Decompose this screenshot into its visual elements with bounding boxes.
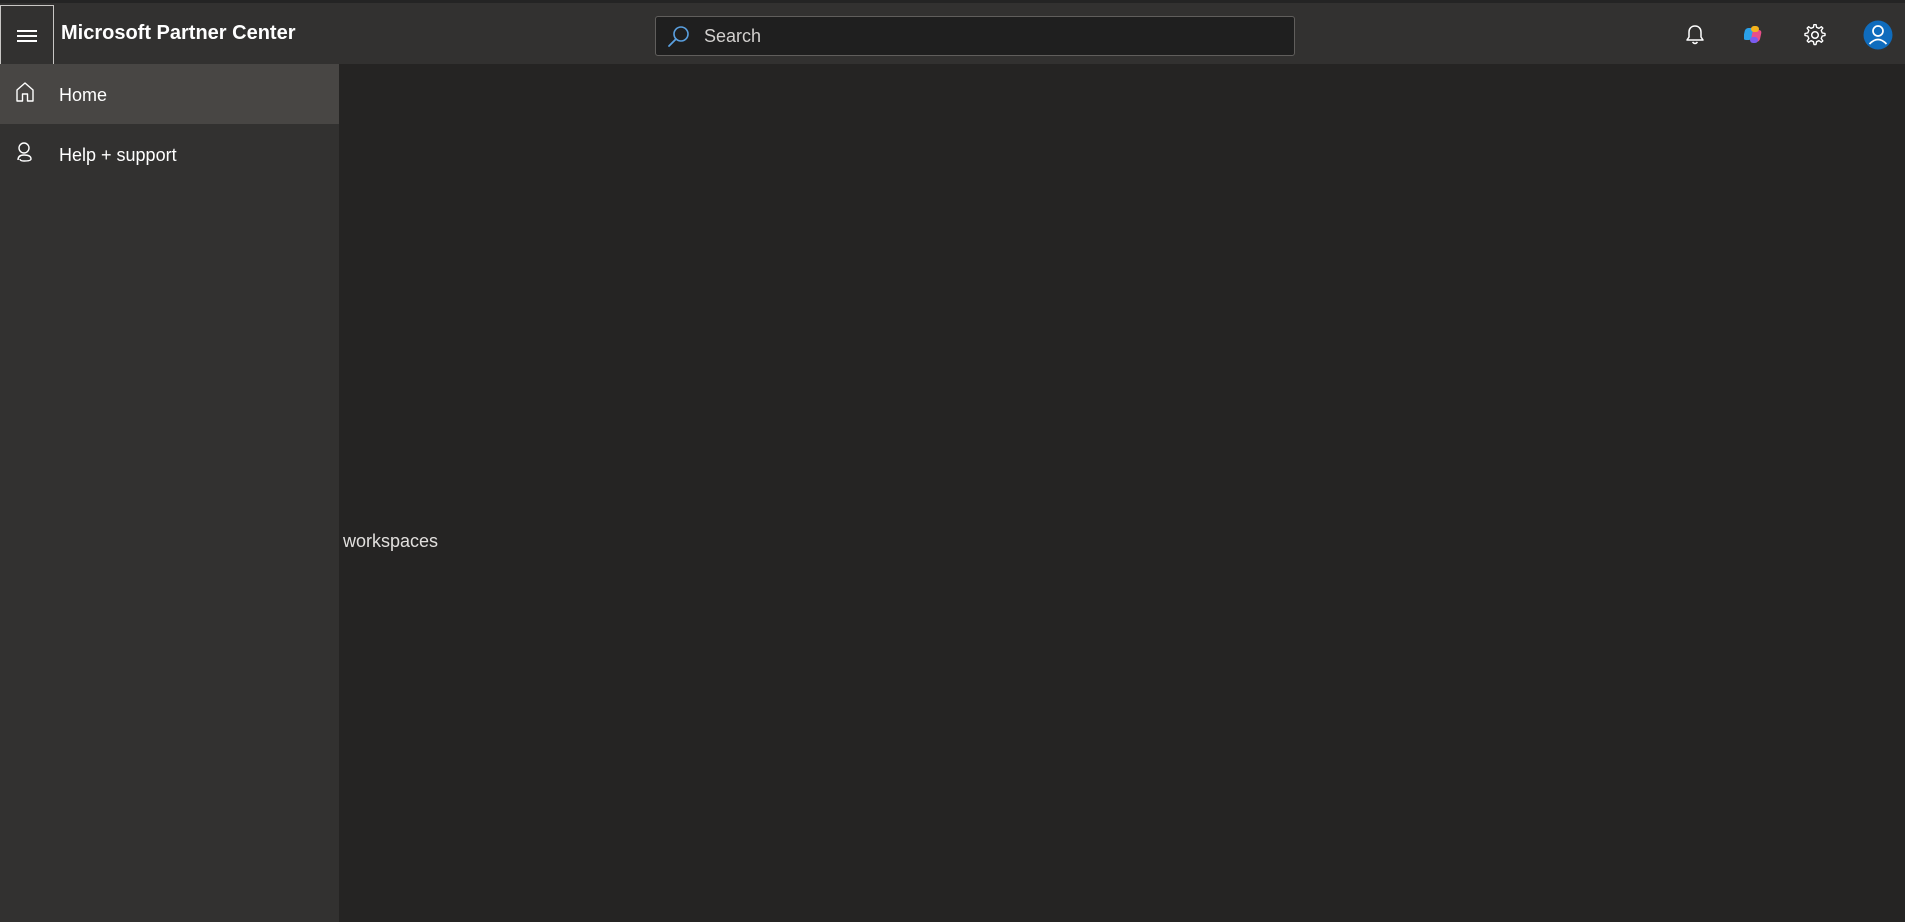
bell-icon — [1686, 25, 1704, 45]
main-content: workspaces — [339, 64, 1905, 922]
workspaces-placeholder-text: workspaces — [343, 531, 439, 551]
sidebar-nav: Home Help + support — [0, 64, 339, 922]
search-placeholder: Search — [704, 25, 762, 46]
notifications-button[interactable] — [1679, 19, 1711, 51]
sidebar-item-help-support[interactable]: Help + support — [0, 124, 339, 184]
sidebar-item-label: Home — [59, 85, 108, 105]
search-box[interactable]: Search — [655, 16, 1295, 56]
copilot-button[interactable] — [1739, 19, 1771, 51]
app-title[interactable]: Microsoft Partner Center — [61, 22, 296, 45]
search-icon — [668, 26, 689, 47]
sidebar-item-label: Help + support — [59, 145, 177, 165]
account-button[interactable] — [1862, 19, 1894, 51]
top-bar: Microsoft Partner Center Search — [0, 0, 1905, 66]
home-icon — [16, 82, 34, 102]
hamburger-icon — [17, 29, 37, 42]
help-support-icon — [17, 142, 32, 162]
copilot-icon — [1744, 26, 1762, 43]
gear-icon — [1804, 24, 1826, 46]
hamburger-menu-button[interactable] — [0, 5, 54, 66]
user-avatar-icon — [1863, 20, 1893, 50]
settings-button[interactable] — [1799, 19, 1831, 51]
sidebar-item-home[interactable]: Home — [0, 64, 339, 124]
